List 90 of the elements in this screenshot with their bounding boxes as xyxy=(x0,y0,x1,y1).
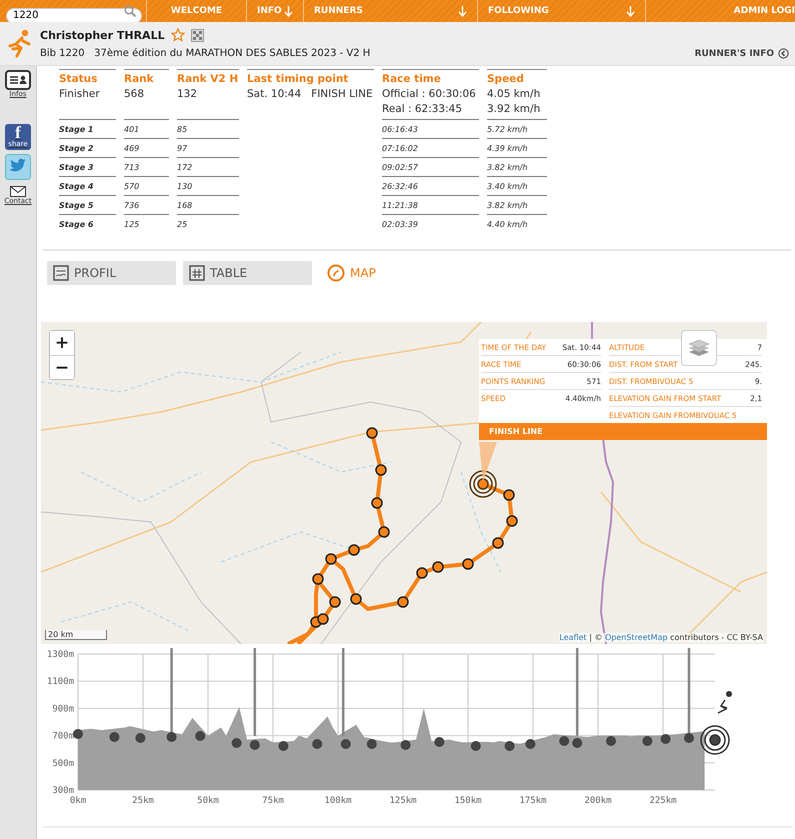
column-header: Status xyxy=(59,69,116,87)
column-header: Speed xyxy=(487,69,547,87)
x-tick-label: 100km xyxy=(324,796,352,804)
y-tick-label: 1100m xyxy=(46,677,74,688)
envelope-icon xyxy=(10,186,26,197)
speed-value: 3.92 km/h xyxy=(487,102,542,117)
table-cell: 3.82 km/h xyxy=(487,195,547,214)
table-cell: 06:16:43 xyxy=(382,119,479,138)
category-rank-value: 132 xyxy=(177,87,198,102)
table-cell: 26:32:46 xyxy=(382,176,479,195)
table-cell: 09:02:57 xyxy=(382,157,479,176)
table-cell: 401 xyxy=(124,119,169,138)
stage-name: Stage 2 xyxy=(59,138,116,157)
y-tick-label: 700m xyxy=(52,732,74,742)
x-tick-label: 150km xyxy=(454,796,482,804)
x-tick-label: 175km xyxy=(519,796,547,804)
runner-name: Christopher THRALL xyxy=(40,28,165,42)
stage-name: Stage 3 xyxy=(59,157,116,176)
table-cell: 3.82 km/h xyxy=(487,157,547,176)
zoom-out-button[interactable]: − xyxy=(50,355,74,379)
star-icon[interactable] xyxy=(170,28,185,42)
y-tick-label: 1300m xyxy=(46,650,74,660)
table-cell: 4.40 km/h xyxy=(487,214,547,233)
table-cell: 570 xyxy=(124,176,169,195)
x-tick-label: 125km xyxy=(389,796,417,804)
layers-button[interactable] xyxy=(681,330,717,366)
map-scale-bar: 20 km xyxy=(45,630,107,640)
down-arrow-icon xyxy=(626,6,635,16)
x-tick-label: 225km xyxy=(649,796,677,804)
x-tick-label: 25km xyxy=(132,796,154,804)
column-header: Rank xyxy=(124,69,169,87)
column-header: Last timing point xyxy=(247,69,374,87)
stage-name: Stage 5 xyxy=(59,195,116,214)
map-attribution: Leaflet | © OpenStreetMap contributors - CC BY-SA xyxy=(559,633,763,642)
checkered-flag-icon[interactable] xyxy=(190,28,204,42)
column-header: Rank V2 H xyxy=(177,69,239,87)
search-field[interactable]: 1220 xyxy=(6,8,142,24)
openstreetmap-link[interactable]: OpenStreetMap xyxy=(604,633,668,642)
table-cell: 125 xyxy=(124,214,169,233)
table-cell: 130 xyxy=(177,176,239,195)
compass-icon xyxy=(327,264,345,282)
leaflet-link[interactable]: Leaflet xyxy=(559,633,587,642)
table-cell: 97 xyxy=(177,138,239,157)
rank-value: 568 xyxy=(124,87,146,102)
table-cell: 713 xyxy=(124,157,169,176)
stage-name: Stage 1 xyxy=(59,119,116,138)
status-value: Finisher xyxy=(59,87,101,102)
stage-name: Stage 4 xyxy=(59,176,116,195)
tab[interactable]: PROFIL xyxy=(47,261,176,285)
y-tick-label: 500m xyxy=(52,758,74,769)
speed-value: 4.05 km/h xyxy=(487,87,542,102)
table-cell: 02:03:39 xyxy=(382,214,479,233)
column-header: Race time xyxy=(382,69,479,87)
x-tick-label: 75km xyxy=(262,796,284,804)
table-cell: 736 xyxy=(124,195,169,214)
down-arrow-icon xyxy=(284,6,293,16)
table-cell: 172 xyxy=(177,157,239,176)
y-tick-label: 300m xyxy=(52,786,74,796)
layers-icon xyxy=(688,338,710,358)
table-cell: 85 xyxy=(177,119,239,138)
x-tick-label: 0km xyxy=(70,796,86,804)
table-cell: 07:16:02 xyxy=(382,138,479,157)
runner-icon xyxy=(6,28,32,58)
timing-point-value: Sat. 10:44 FINISH LINE xyxy=(247,87,374,102)
runners-info-link[interactable]: RUNNER'S INFO xyxy=(694,48,789,59)
table-cell: 25 xyxy=(177,214,239,233)
x-tick-label: 200km xyxy=(584,796,612,804)
stage-name: Stage 6 xyxy=(59,214,116,233)
race-time-value: Real : 62:33:45 xyxy=(382,102,464,117)
finish-marker-icon[interactable] xyxy=(469,470,497,498)
table-cell: 168 xyxy=(177,195,239,214)
id-card-icon xyxy=(5,70,31,90)
down-arrow-icon xyxy=(458,6,467,16)
grid-icon xyxy=(189,265,205,281)
race-subtitle: Bib 1220 37ème édition du MARATHON DES SABLES 2023 - V2 H xyxy=(40,48,370,59)
table-cell: 5.72 km/h xyxy=(487,119,547,138)
twitter-bird-icon[interactable] xyxy=(5,154,31,180)
table-cell: 3.40 km/h xyxy=(487,176,547,195)
tab[interactable]: TABLE xyxy=(183,261,312,285)
x-tick-label: 50km xyxy=(197,796,219,804)
table-cell: 469 xyxy=(124,138,169,157)
popup-title: FINISH LINE xyxy=(479,423,767,440)
table-cell: 11:21:38 xyxy=(382,195,479,214)
search-icon[interactable] xyxy=(124,5,136,17)
y-tick-label: 900m xyxy=(52,704,74,714)
race-time-value: Official : 60:30:06 xyxy=(382,87,477,102)
runner-icon xyxy=(717,691,732,714)
profile-chart-icon xyxy=(53,265,69,281)
finish-target-icon xyxy=(700,725,730,755)
table-cell: 4.39 km/h xyxy=(487,138,547,157)
